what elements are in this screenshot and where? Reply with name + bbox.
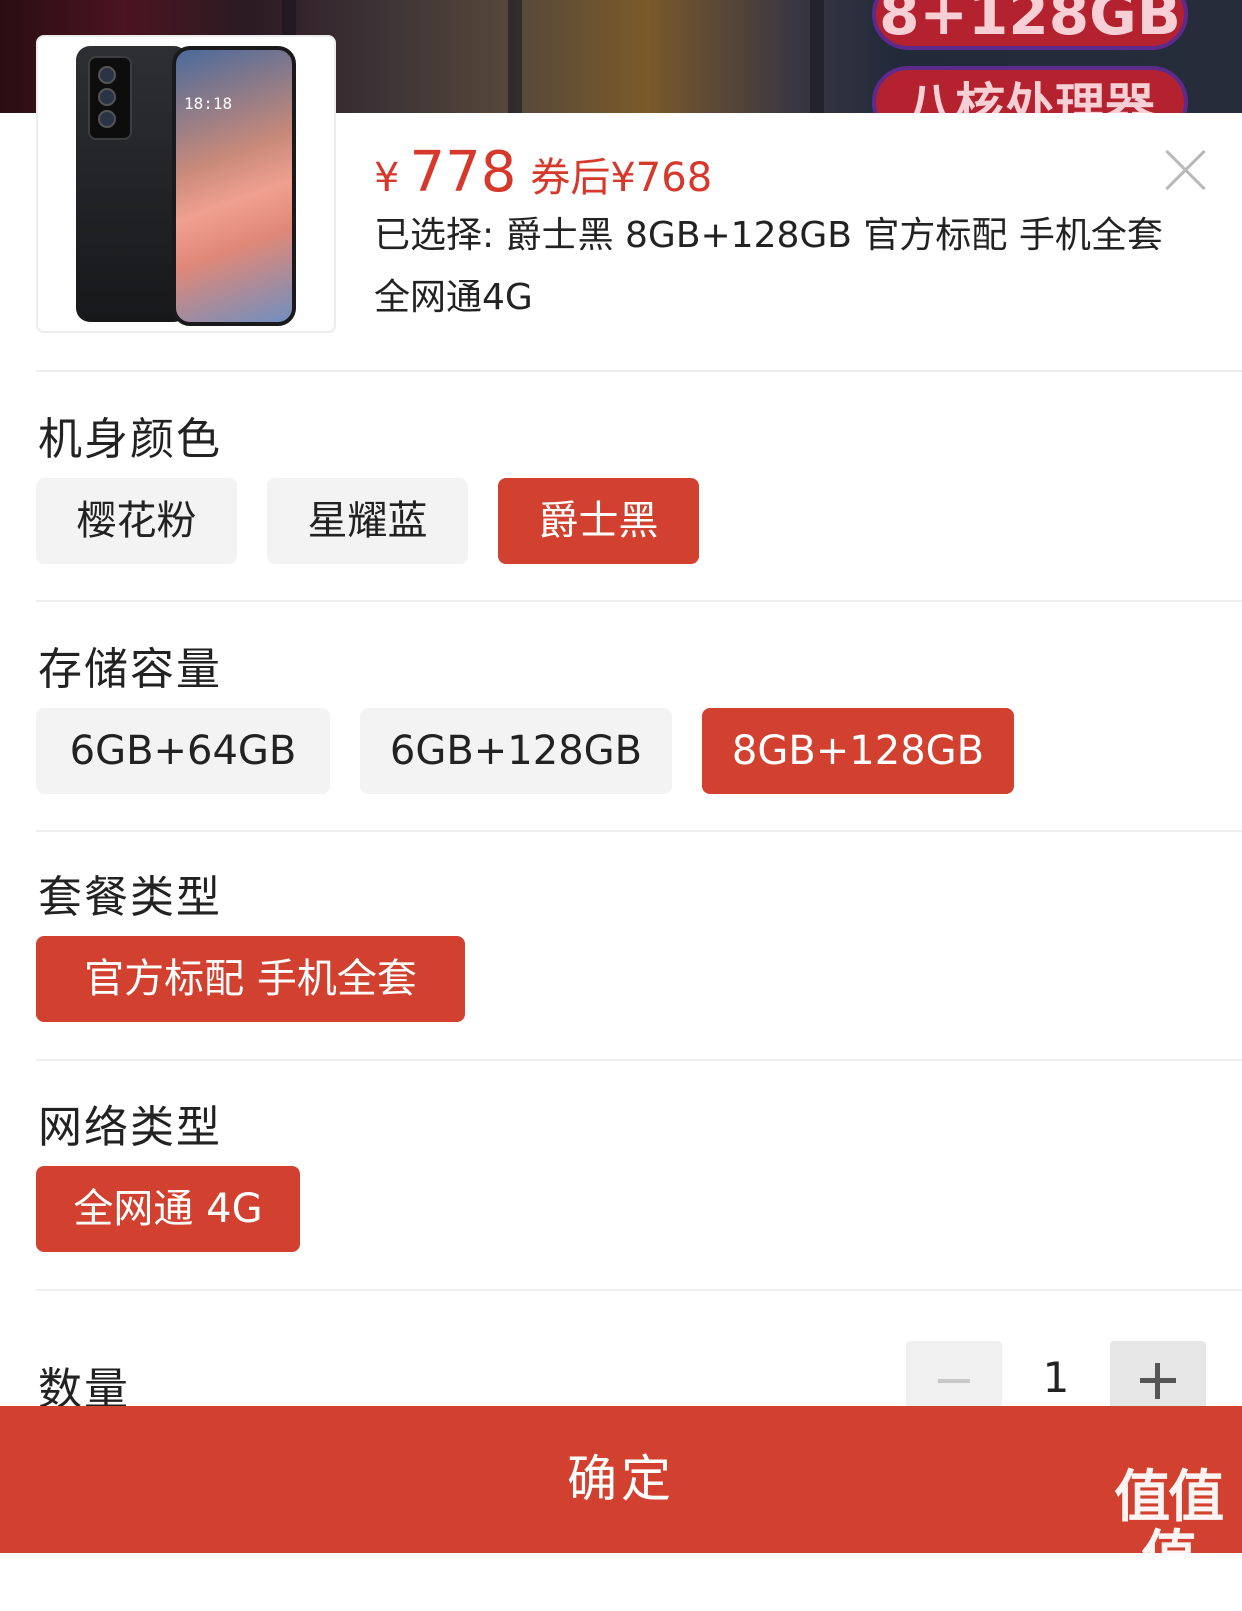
color-option-black[interactable]: 爵士黑 <box>498 478 699 564</box>
banner-stripe <box>810 0 824 113</box>
divider <box>36 600 1242 602</box>
watermark-logo: 值值值 zhizhizhi.com <box>1090 1465 1242 1611</box>
selected-summary: 已选择: 爵士黑 8GB+128GB 官方标配 手机全套 全网通4G <box>374 215 1163 318</box>
promo-spec-badge: 8+128GB <box>872 0 1188 50</box>
storage-option-6-128[interactable]: 6GB+128GB <box>360 708 672 794</box>
divider <box>36 370 1242 372</box>
phone-front-image: 18:18 <box>172 46 296 326</box>
camera-lens <box>98 88 116 106</box>
camera-module <box>88 56 132 140</box>
price-value: 778 <box>409 140 517 205</box>
color-option-blue[interactable]: 星耀蓝 <box>267 478 468 564</box>
network-section-title: 网络类型 <box>38 1102 222 1153</box>
color-option-pink[interactable]: 樱花粉 <box>36 478 237 564</box>
storage-option-8-128[interactable]: 8GB+128GB <box>702 708 1014 794</box>
storage-section-title: 存储容量 <box>38 644 222 695</box>
camera-lens <box>98 66 116 84</box>
price-row: ¥778 券后¥768 <box>374 140 712 205</box>
package-option-standard[interactable]: 官方标配 手机全套 <box>36 936 465 1022</box>
network-option-4g[interactable]: 全网通 4G <box>36 1166 300 1252</box>
color-section-title: 机身颜色 <box>38 414 222 465</box>
price-currency: ¥ <box>374 155 400 201</box>
coupon-price: 券后¥768 <box>530 155 713 201</box>
banner-stripe <box>508 0 522 113</box>
package-section-title: 套餐类型 <box>38 872 222 923</box>
divider <box>36 830 1242 832</box>
confirm-button[interactable]: 确定 <box>0 1406 1242 1553</box>
close-icon[interactable] <box>1162 147 1208 193</box>
camera-lens <box>98 110 116 128</box>
phone-clock-text: 18:18 <box>184 94 233 113</box>
watermark-domain-text: zhizhizhi.com <box>1090 1587 1242 1611</box>
storage-option-6-64[interactable]: 6GB+64GB <box>36 708 330 794</box>
product-thumbnail: 18:18 <box>36 35 336 333</box>
quantity-value[interactable]: 1 <box>1002 1353 1110 1402</box>
divider <box>36 1289 1242 1291</box>
promo-cpu-badge: 八核处理器 <box>872 66 1188 113</box>
watermark-main-text: 值值值 <box>1114 1465 1224 1590</box>
divider <box>36 1059 1242 1061</box>
